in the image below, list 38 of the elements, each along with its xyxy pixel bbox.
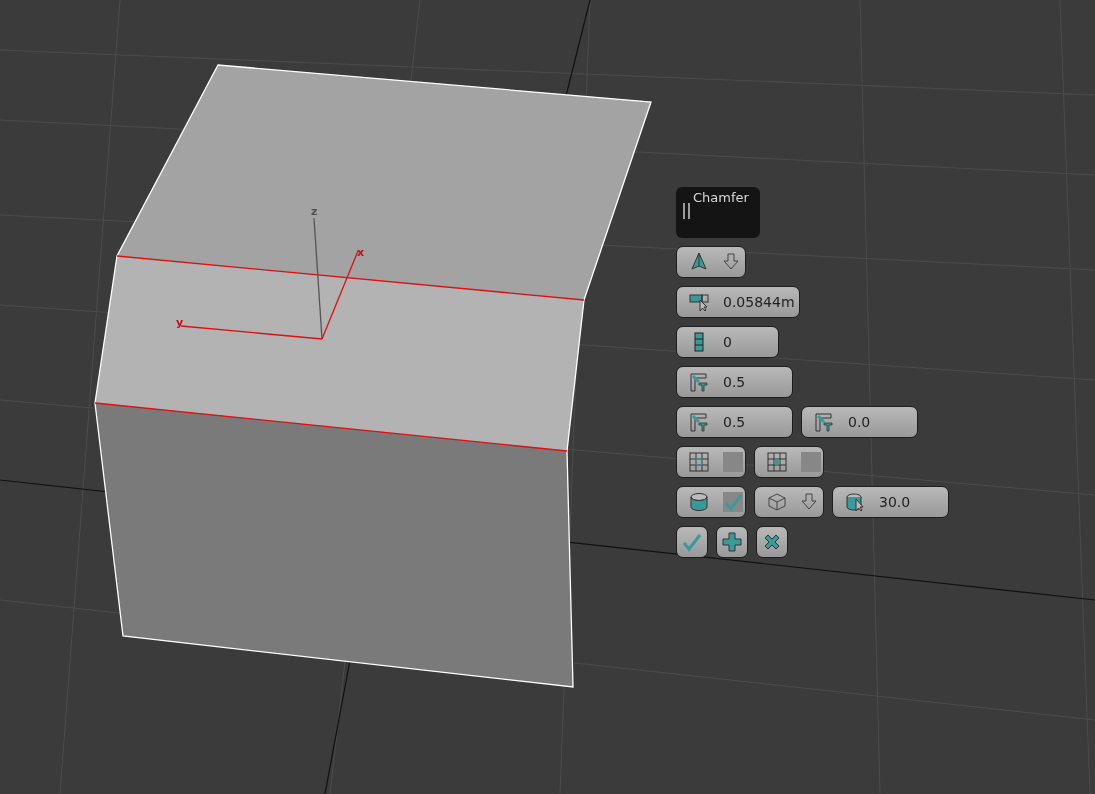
checkbox[interactable] <box>801 452 821 472</box>
spinner-field[interactable]: 0.0 <box>801 406 918 438</box>
corner-icon <box>689 372 709 392</box>
spinner-field[interactable]: 0.5 <box>676 406 793 438</box>
spinner-field[interactable]: 30.0 <box>832 486 949 518</box>
corner-icon <box>689 412 709 432</box>
cylinder-icon <box>689 492 709 512</box>
axis-label: y <box>176 316 184 329</box>
pyramid-icon <box>689 252 709 272</box>
grid-icon <box>767 452 787 472</box>
apply-button[interactable] <box>716 526 748 558</box>
spinner-field[interactable]: 0.05844m <box>676 286 800 318</box>
caddy-title: Chamfer <box>693 190 749 205</box>
down-arrow-icon <box>723 253 739 271</box>
checkbox-toggle[interactable] <box>676 486 746 518</box>
dropdown[interactable] <box>676 246 746 278</box>
pick-cursor-icon <box>689 292 709 312</box>
caddy-title-panel[interactable]: Chamfer <box>676 187 760 238</box>
cylinder-cursor-icon <box>845 492 865 512</box>
close-icon <box>762 532 782 552</box>
ok-button[interactable] <box>676 526 708 558</box>
axis-label: x <box>357 246 365 259</box>
checkbox[interactable] <box>723 452 743 472</box>
checkmark-icon <box>682 532 702 552</box>
grid-icon <box>689 452 709 472</box>
checkbox-toggle[interactable] <box>754 446 824 478</box>
down-arrow-icon <box>801 493 817 511</box>
spinner-field[interactable]: 0 <box>676 326 779 358</box>
plus-icon <box>722 532 742 552</box>
cancel-button[interactable] <box>756 526 788 558</box>
dropdown[interactable] <box>754 486 824 518</box>
cube-icon <box>767 492 787 512</box>
corner-icon <box>814 412 834 432</box>
spinner-field[interactable]: 0.5 <box>676 366 793 398</box>
checkbox[interactable] <box>723 492 743 512</box>
axis-label: z <box>311 205 318 218</box>
checkbox-toggle[interactable] <box>676 446 746 478</box>
drag-handle-icon[interactable] <box>683 203 690 219</box>
